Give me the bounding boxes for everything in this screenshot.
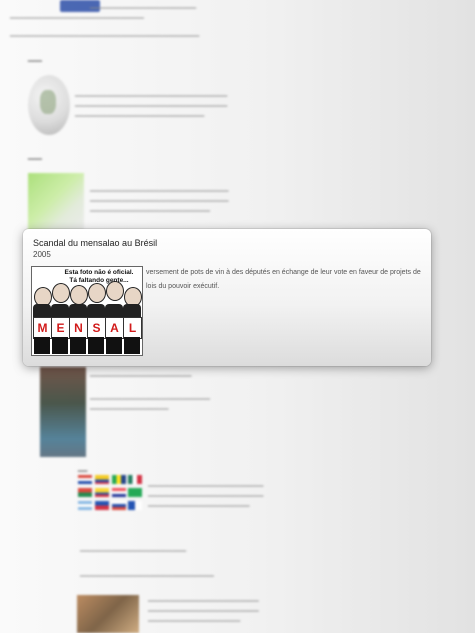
caricature-head bbox=[70, 285, 88, 305]
flag-icon bbox=[112, 501, 126, 510]
caricature-legs bbox=[52, 337, 68, 354]
flag-icon bbox=[78, 501, 92, 510]
text-line: ▁▁▁▁▁▁▁▁▁▁▁▁▁▁▁▁▁▁▁▁▁▁▁▁▁▁▁▁▁▁▁▁▁▁▁▁▁▁▁▁… bbox=[10, 31, 200, 37]
text-line: ▁▁▁▁▁▁▁▁▁▁▁▁▁▁▁▁▁▁▁▁▁▁▁ bbox=[80, 546, 187, 552]
sign-letter: E bbox=[51, 317, 70, 339]
text-line: ▁▁▁▁▁▁▁▁▁▁▁▁▁▁▁▁▁▁▁▁▁▁▁▁▁▁▁▁ bbox=[75, 111, 205, 117]
text-line: ▁▁▁▁▁▁▁▁▁▁▁▁▁▁▁▁▁▁▁▁▁▁▁▁▁▁▁▁▁ bbox=[10, 13, 144, 19]
text-line: ▁▁▁▁▁▁▁▁▁▁▁▁▁▁▁▁▁▁▁▁▁▁▁▁▁▁▁▁▁▁ bbox=[90, 196, 229, 202]
text-line: ▁▁▁▁▁▁▁▁▁▁▁▁▁▁▁▁▁▁▁▁▁▁▁▁▁▁ bbox=[90, 206, 210, 212]
text-line: ▁▁▁▁▁▁▁▁▁▁▁▁▁▁▁▁▁▁▁▁▁▁▁▁▁▁▁▁▁▁▁▁▁ bbox=[75, 101, 228, 107]
popup-image[interactable]: Esta foto não é oficial. Tá faltando gen… bbox=[31, 266, 143, 356]
popup-year: 2005 bbox=[33, 250, 51, 259]
text-line: ▁▁▁▁▁▁▁▁▁▁▁▁▁▁▁▁▁▁▁▁▁▁▁▁▁▁ bbox=[90, 394, 210, 400]
text-line: ▁▁▁▁▁▁▁▁▁▁▁▁▁▁▁▁▁▁▁▁▁▁ bbox=[90, 371, 192, 377]
section-label: ▁▁▁ bbox=[28, 154, 42, 160]
sign-letter: N bbox=[69, 317, 88, 339]
caricature-legs bbox=[106, 337, 122, 354]
caricature-legs bbox=[88, 337, 104, 354]
sign-letter: A bbox=[105, 317, 124, 339]
text-line: ▁▁▁▁▁▁▁▁▁▁▁▁▁▁▁▁▁▁▁▁▁▁▁▁ bbox=[148, 606, 259, 612]
text-line: ▁▁▁▁▁▁▁▁▁▁▁▁▁▁▁▁▁▁▁▁▁▁▁▁▁ bbox=[148, 481, 264, 487]
food-thumbnail bbox=[77, 595, 139, 633]
caricature-head bbox=[52, 283, 70, 303]
image-caption-line: Esta foto não é oficial. bbox=[64, 269, 134, 276]
popup-description: versement de pots de vin à des députés e… bbox=[146, 269, 421, 290]
text-line: ▁▁▁▁▁▁▁▁▁▁▁▁▁▁▁▁▁▁▁▁▁▁▁ bbox=[90, 3, 197, 9]
text-line: ▁▁▁▁▁▁▁▁▁▁▁▁▁▁▁▁▁▁▁▁▁▁▁▁▁ bbox=[148, 491, 264, 497]
flags-thumbnail bbox=[78, 475, 144, 531]
flag-icon bbox=[95, 501, 109, 510]
text-line: ▁▁▁▁▁▁▁▁▁▁▁▁▁▁▁▁▁▁▁▁▁▁ bbox=[148, 501, 250, 507]
flag-icon bbox=[78, 488, 92, 497]
caricature-legs bbox=[124, 337, 140, 354]
person-thumbnail bbox=[40, 367, 86, 457]
text-line: ▁▁▁▁▁▁▁▁▁▁▁▁▁▁▁▁▁▁▁▁▁▁▁▁▁▁▁▁▁ bbox=[80, 571, 214, 577]
text-line: ▁▁▁▁▁▁▁▁▁▁▁▁▁▁▁▁▁▁▁▁▁▁▁▁ bbox=[148, 596, 259, 602]
text-line: ▁▁▁▁▁▁▁▁▁▁▁▁▁▁▁▁▁▁▁▁▁▁▁▁▁▁▁▁▁▁ bbox=[90, 186, 229, 192]
text-line: ▁▁▁▁▁▁▁▁▁▁▁▁▁▁▁▁▁ bbox=[90, 404, 169, 410]
flag-icon bbox=[128, 501, 142, 510]
caricature-head bbox=[88, 283, 106, 303]
section-label: ▁▁▁ bbox=[28, 56, 42, 62]
flag-icon bbox=[112, 475, 126, 484]
popup-title: Scandal du mensalao au Brésil bbox=[33, 238, 158, 248]
flag-icon bbox=[128, 488, 142, 497]
flag-icon bbox=[95, 475, 109, 484]
flag-icon bbox=[112, 488, 126, 497]
flag-icon bbox=[78, 475, 92, 484]
event-popup[interactable]: Scandal du mensalao au Brésil 2005 Esta … bbox=[23, 229, 431, 366]
caricature-legs bbox=[70, 337, 86, 354]
map-thumbnail bbox=[28, 173, 84, 231]
text-line: ▁▁▁▁▁▁▁▁▁▁▁▁▁▁▁▁▁▁▁▁▁▁▁▁▁▁▁▁▁▁▁▁▁ bbox=[75, 91, 228, 97]
sign-letter: M bbox=[33, 317, 52, 339]
sign-letter: L bbox=[123, 317, 142, 339]
section-label: ▁▁ bbox=[78, 466, 88, 472]
globe-thumbnail bbox=[28, 75, 70, 135]
caricature-legs bbox=[34, 337, 50, 354]
sign-letter: S bbox=[87, 317, 106, 339]
caricature-head bbox=[106, 281, 124, 301]
flag-icon bbox=[128, 475, 142, 484]
flag-icon bbox=[95, 488, 109, 497]
text-line: ▁▁▁▁▁▁▁▁▁▁▁▁▁▁▁▁▁▁▁▁ bbox=[148, 616, 241, 622]
